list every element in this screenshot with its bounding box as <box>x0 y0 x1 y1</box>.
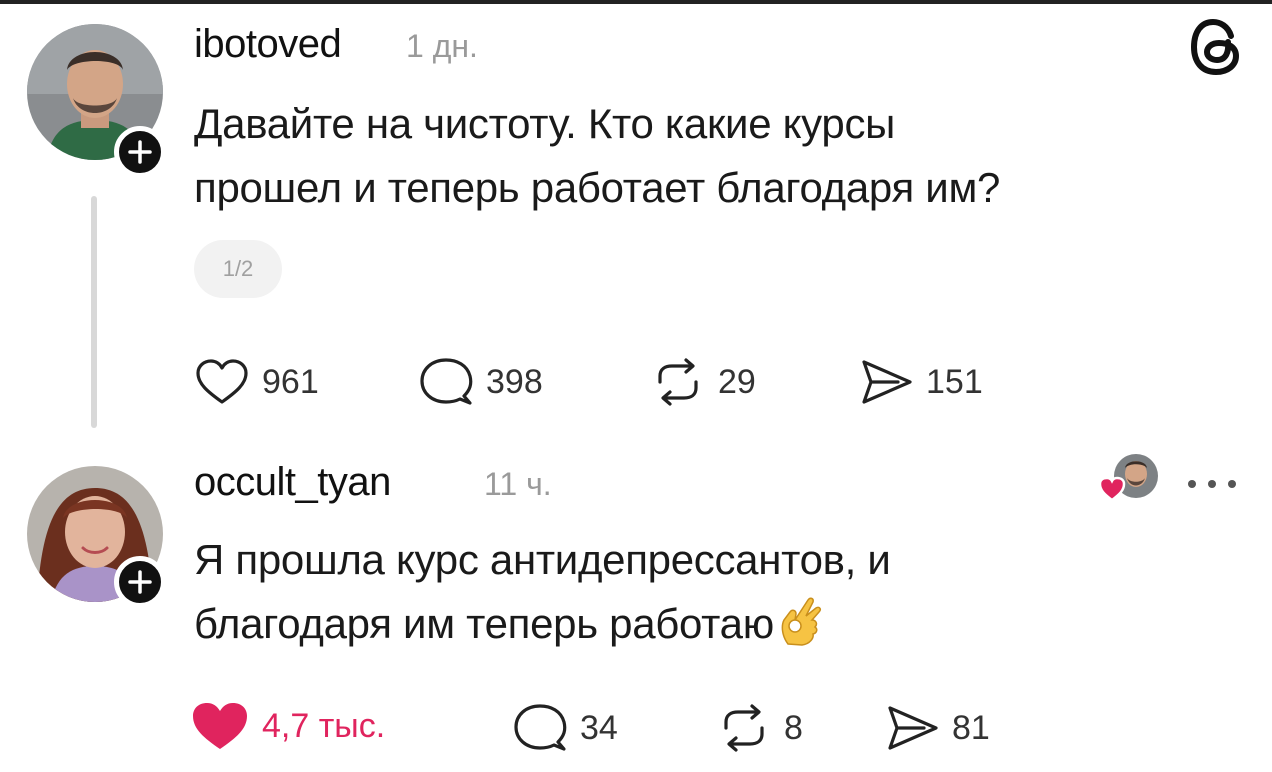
reply-count: 34 <box>580 708 618 747</box>
post-text-line: Давайте на чистоту. Кто какие курсы <box>194 100 896 147</box>
repost-button[interactable]: 8 <box>716 702 803 754</box>
heart-icon <box>193 703 247 749</box>
share-count: 151 <box>926 362 983 401</box>
post-text-line: Я прошла курс антидепрессантов, и <box>194 536 891 583</box>
share-count: 81 <box>952 708 990 747</box>
post-text: Я прошла курс антидепрессантов, и благод… <box>194 528 891 656</box>
repost-count: 8 <box>784 708 803 747</box>
speech-bubble-icon <box>420 358 473 405</box>
author-avatar-icon <box>1098 454 1158 502</box>
post-time: 11 ч. <box>484 466 552 502</box>
like-count: 4,7 тыс. <box>262 706 386 745</box>
repost-button[interactable]: 29 <box>650 356 756 408</box>
top-border <box>0 0 1272 4</box>
repost-arrows-icon <box>724 704 764 752</box>
post-text-line: прошел и теперь работает благодаря им? <box>194 164 1001 211</box>
thread-connector-line <box>91 196 97 428</box>
author-liked-indicator <box>1098 448 1162 512</box>
carousel-page-indicator: 1/2 <box>194 240 282 298</box>
reply-count: 398 <box>486 362 543 401</box>
follow-button[interactable] <box>114 556 166 608</box>
reply-button[interactable]: 34 <box>512 702 618 754</box>
threads-logo-icon[interactable] <box>1182 12 1252 82</box>
plus-icon <box>128 140 152 164</box>
ok-hand-icon <box>781 597 821 646</box>
post-text-line: благодаря им теперь работаю <box>194 600 774 647</box>
username[interactable]: occult_tyan <box>194 460 391 505</box>
reply-button[interactable]: 398 <box>418 356 543 408</box>
repost-arrows-icon <box>658 358 698 406</box>
like-button[interactable]: 4,7 тыс. <box>190 700 385 752</box>
username[interactable]: ibotoved <box>194 22 342 67</box>
post-time: 1 дн. <box>406 28 478 64</box>
repost-count: 29 <box>718 362 756 401</box>
share-button[interactable]: 151 <box>858 358 983 406</box>
send-arrow-icon <box>888 706 938 750</box>
like-count: 961 <box>262 362 319 401</box>
send-arrow-icon <box>862 360 912 404</box>
like-button[interactable]: 961 <box>194 358 319 406</box>
share-button[interactable]: 81 <box>884 704 990 752</box>
plus-icon <box>128 570 152 594</box>
speech-bubble-icon <box>514 704 567 751</box>
post-text: Давайте на чистоту. Кто какие курсы прош… <box>194 92 1000 220</box>
heart-icon <box>196 359 248 404</box>
more-dots-icon[interactable] <box>1184 474 1240 494</box>
follow-button[interactable] <box>114 126 166 178</box>
